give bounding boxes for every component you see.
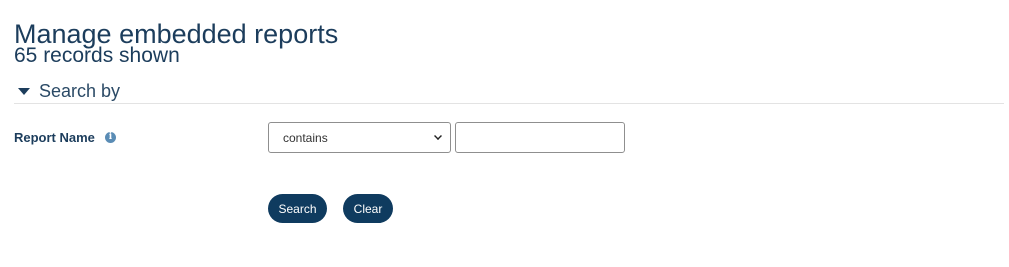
clear-button[interactable]: Clear (343, 194, 393, 223)
search-button[interactable]: Search (268, 194, 327, 223)
report-name-value-input[interactable] (455, 122, 625, 153)
info-icon[interactable]: i (104, 132, 116, 143)
report-name-operator-select[interactable]: contains (268, 122, 451, 153)
divider (14, 103, 1004, 104)
records-count: 65 records shown (14, 44, 180, 67)
search-by-label: Search by (39, 80, 121, 101)
operator-selected-value: contains (283, 130, 328, 145)
chevron-down-icon (434, 132, 442, 140)
caret-down-icon (18, 88, 30, 95)
report-name-label: Report Name (14, 130, 95, 145)
report-name-field-label: Report Name i (14, 130, 116, 145)
search-by-toggle[interactable]: Search by (18, 79, 120, 103)
manage-embedded-reports-page: Manage embedded reports 65 records shown… (0, 0, 1009, 267)
